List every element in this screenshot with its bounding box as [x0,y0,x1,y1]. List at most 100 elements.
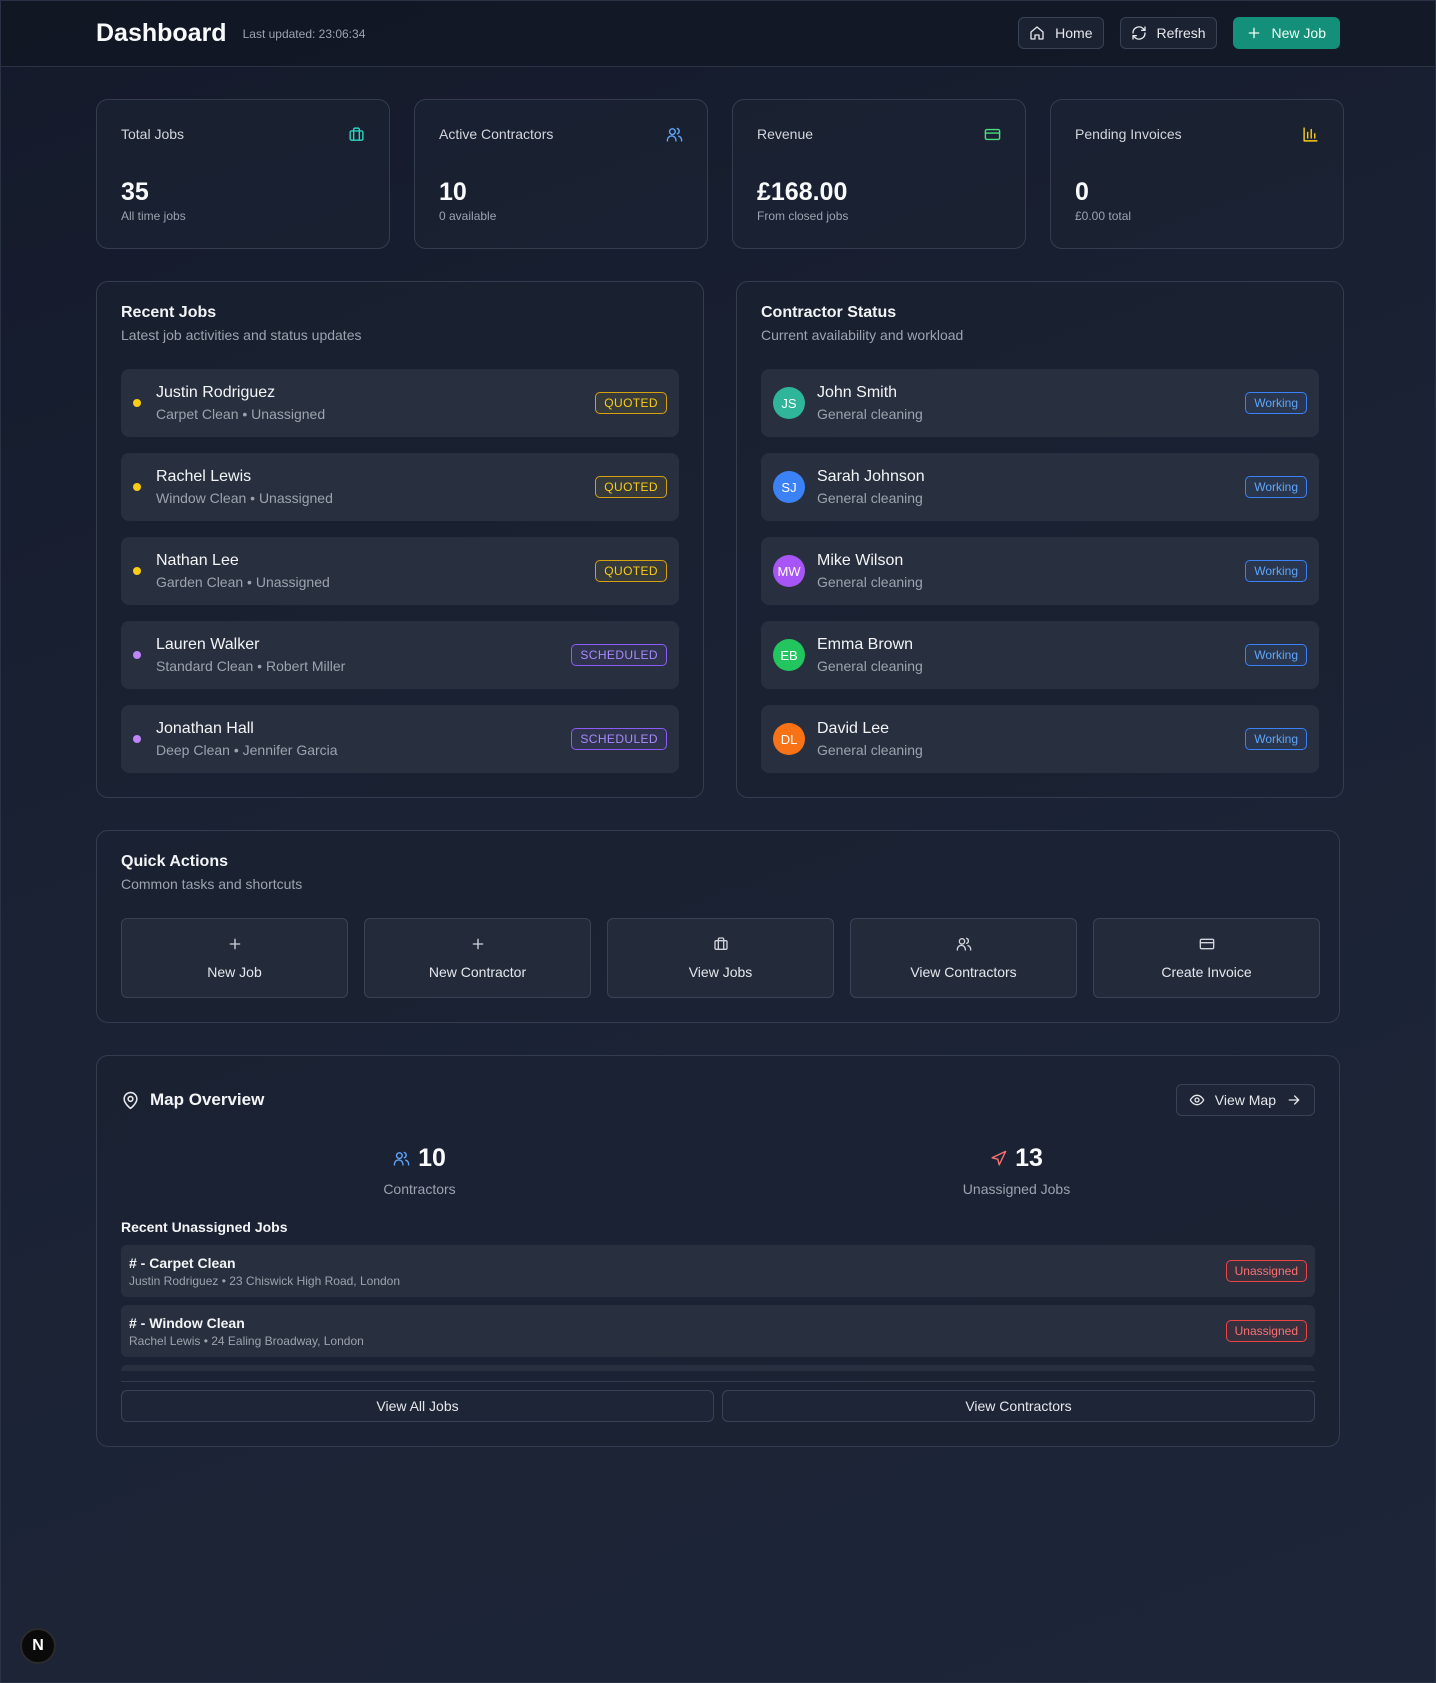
last-updated-text: Last updated: 23:06:34 [242,27,366,41]
unassigned-job-meta: Justin Rodriguez • 23 Chiswick High Road… [129,1273,401,1288]
quick-action-new-job[interactable]: New Job [121,918,348,998]
new-job-button[interactable]: New Job [1232,17,1340,49]
users-icon [956,937,971,951]
page-title: Dashboard [96,18,227,47]
contractor-item[interactable]: MW Mike Wilson General cleaning Working [761,537,1319,605]
users-icon [393,1151,410,1166]
map-overview-panel: Map Overview View Map 10 Contractors 13 [96,1055,1340,1447]
view-all-jobs-button[interactable]: View All Jobs [121,1390,714,1422]
panel-subtitle: Current availability and workload [761,327,964,343]
status-badge: Unassigned [1225,1320,1307,1342]
home-button-label: Home [1055,25,1093,41]
contractor-name: Emma Brown [817,636,914,653]
contractor-specialty: General cleaning [817,490,923,506]
status-dot [133,735,141,743]
panel-subtitle: Common tasks and shortcuts [121,876,303,892]
stat-label: Revenue [757,126,814,142]
briefcase-icon [713,937,728,950]
unassigned-job-name: # - Window Clean [129,1314,245,1331]
bar-chart-icon [1303,127,1318,142]
panel-title: Contractor Status [761,304,897,321]
quick-action-new-contractor[interactable]: New Contractor [364,918,591,998]
contractor-item[interactable]: JS John Smith General cleaning Working [761,369,1319,437]
job-meta: Carpet Clean • Unassigned [156,406,326,422]
map-stats: 10 Contractors 13 Unassigned Jobs [121,1144,1315,1197]
unassigned-job-name: # - Carpet Clean [129,1254,236,1271]
avatar: JS [773,387,805,419]
avatar: SJ [773,471,805,503]
home-icon [1030,26,1044,40]
scroll-clipped-item [121,1365,1315,1371]
quick-action-view-contractors[interactable]: View Contractors [850,918,1077,998]
contractor-specialty: General cleaning [817,574,923,590]
quick-action-label: New Job [207,964,262,980]
stat-label: Active Contractors [439,126,554,142]
stat-subtext: All time jobs [121,209,186,223]
map-overview-header: Map Overview View Map [121,1084,1315,1116]
status-badge: QUOTED [595,476,667,498]
navigation-icon [991,1150,1007,1166]
job-client-name: Lauren Walker [156,636,260,653]
job-item[interactable]: Rachel Lewis Window Clean • Unassigned Q… [121,453,679,521]
briefcase-icon [349,127,364,141]
job-meta: Garden Clean • Unassigned [156,574,330,590]
unassigned-job-meta: Rachel Lewis • 24 Ealing Broadway, Londo… [129,1333,364,1348]
contractor-list: JS John Smith General cleaning Working S… [761,369,1319,773]
contractor-name: John Smith [817,384,898,401]
contractor-status-panel: Contractor Status Current availability a… [736,281,1344,798]
status-badge: SCHEDULED [571,728,667,750]
avatar: DL [773,723,805,755]
job-item[interactable]: Lauren Walker Standard Clean • Robert Mi… [121,621,679,689]
contractor-specialty: General cleaning [817,406,923,422]
stat-label: Pending Invoices [1075,126,1182,142]
view-map-label: View Map [1214,1092,1276,1108]
contractor-specialty: General cleaning [817,742,923,758]
stat-value: 0 [1075,178,1089,206]
plus-icon [472,938,483,950]
top-header: Dashboard Last updated: 23:06:34 Home Re… [0,0,1436,67]
status-badge: SCHEDULED [571,644,667,666]
map-stat-value: 13 [1015,1144,1043,1172]
quick-action-label: New Contractor [428,964,527,980]
eye-icon [1189,1094,1205,1106]
status-badge: Working [1245,644,1307,666]
recent-unassigned-title: Recent Unassigned Jobs [121,1219,288,1235]
job-item[interactable]: Justin Rodriguez Carpet Clean • Unassign… [121,369,679,437]
job-item[interactable]: Nathan Lee Garden Clean • Unassigned QUO… [121,537,679,605]
credit-card-icon [1199,938,1214,950]
stat-card-active-contractors: Active Contractors 10 0 available [414,99,708,249]
job-client-name: Rachel Lewis [156,468,252,485]
stat-value: 35 [121,178,149,206]
quick-action-create-invoice[interactable]: Create Invoice [1093,918,1320,998]
recent-jobs-list: Justin Rodriguez Carpet Clean • Unassign… [121,369,679,773]
main-content: Total Jobs 35 All time jobs Active Contr… [0,67,1436,1447]
view-contractors-button[interactable]: View Contractors [722,1390,1315,1422]
contractor-item[interactable]: SJ Sarah Johnson General cleaning Workin… [761,453,1319,521]
contractor-item[interactable]: EB Emma Brown General cleaning Working [761,621,1319,689]
status-badge: Working [1245,476,1307,498]
status-dot [133,483,141,491]
status-badge: Working [1245,392,1307,414]
stat-value: 10 [439,178,467,206]
credit-card-icon [984,128,1001,141]
stat-value: £168.00 [757,178,848,206]
unassigned-job-item[interactable]: # - Window Clean Rachel Lewis • 24 Ealin… [121,1305,1315,1357]
contractor-item[interactable]: DL David Lee General cleaning Working [761,705,1319,773]
status-badge: Unassigned [1225,1260,1307,1282]
quick-action-view-jobs[interactable]: View Jobs [607,918,834,998]
job-item[interactable]: Jonathan Hall Deep Clean • Jennifer Garc… [121,705,679,773]
status-badge: QUOTED [595,560,667,582]
map-stat-label: Contractors [383,1181,456,1197]
unassigned-job-item[interactable]: # - Carpet Clean Justin Rodriguez • 23 C… [121,1245,1315,1297]
job-meta: Deep Clean • Jennifer Garcia [156,742,338,758]
refresh-button[interactable]: Refresh [1119,17,1217,49]
home-button[interactable]: Home [1018,17,1104,49]
stat-subtext: From closed jobs [757,209,849,223]
status-dot [133,651,141,659]
view-map-button[interactable]: View Map [1175,1084,1315,1116]
quick-action-label: View Contractors [910,964,1017,980]
header-actions: Home Refresh New Job [1018,17,1340,49]
stat-card-revenue: Revenue £168.00 From closed jobs [732,99,1026,249]
dev-tools-badge[interactable]: N [20,1628,56,1664]
map-stat-contractors: 10 Contractors [121,1144,718,1197]
